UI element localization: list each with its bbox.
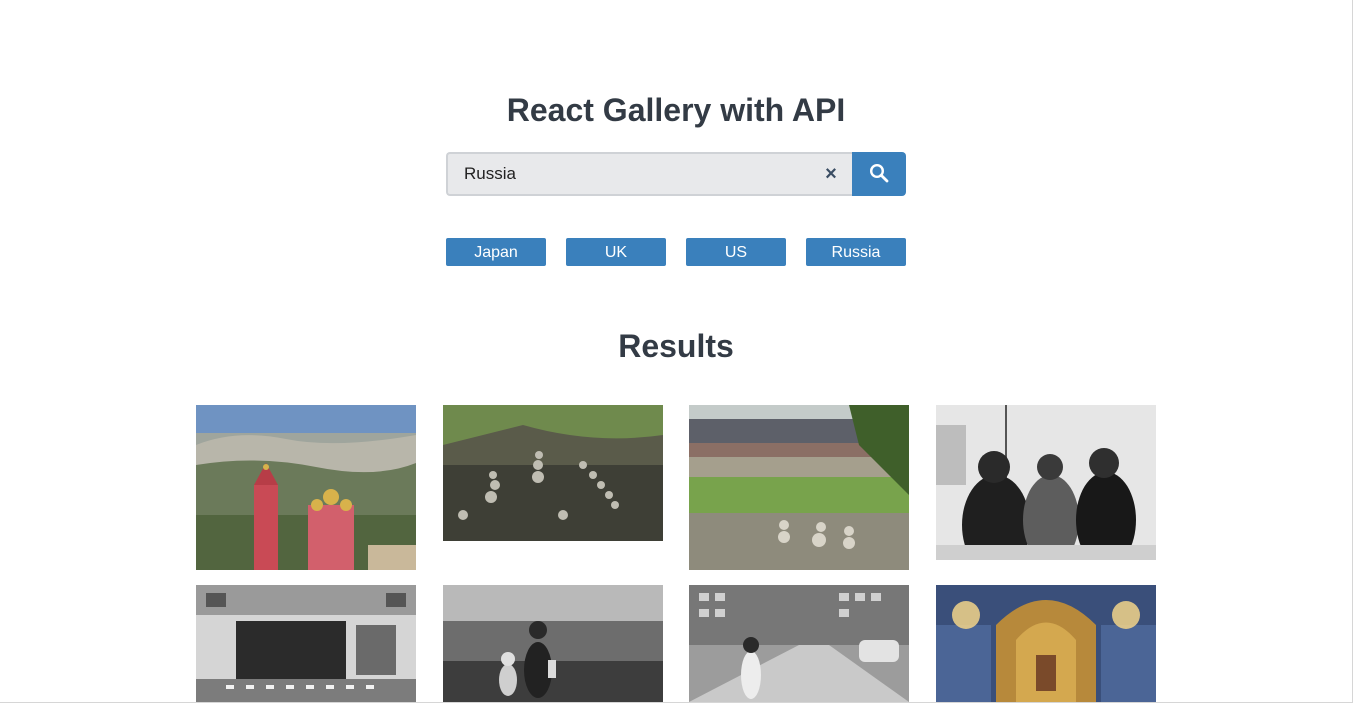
search-button[interactable] (852, 152, 906, 196)
photo-item[interactable] (196, 405, 416, 570)
photo-item[interactable] (936, 585, 1156, 702)
photo-item[interactable] (689, 585, 909, 702)
photo-building (196, 585, 416, 702)
clear-icon[interactable]: × (822, 164, 840, 184)
tag-buttons: Japan UK US Russia (446, 238, 906, 266)
photo-church (196, 405, 416, 570)
tag-russia-button[interactable]: Russia (806, 238, 906, 266)
photo-winter-people (936, 405, 1156, 560)
photo-item[interactable] (196, 585, 416, 702)
photo-cairns (443, 405, 663, 541)
results-heading: Results (618, 328, 734, 364)
photo-item[interactable] (689, 405, 909, 570)
page-title: React Gallery with API (506, 92, 846, 128)
tag-japan-button[interactable]: Japan (446, 238, 546, 266)
photo-item[interactable] (443, 585, 663, 702)
photo-item[interactable] (936, 405, 1156, 560)
photo-cathedral (936, 585, 1156, 702)
photo-mother-child (443, 585, 663, 702)
photo-item[interactable] (443, 405, 663, 541)
search-icon (869, 163, 889, 183)
photo-bridge-woman (689, 585, 909, 702)
tag-us-button[interactable]: US (686, 238, 786, 266)
search-field: × (446, 152, 852, 196)
photo-river (689, 405, 909, 570)
tag-uk-button[interactable]: UK (566, 238, 666, 266)
page: React Gallery with API × Japan UK US Rus… (0, 0, 1353, 703)
search-input[interactable] (464, 162, 794, 186)
search-form: × (446, 152, 906, 196)
